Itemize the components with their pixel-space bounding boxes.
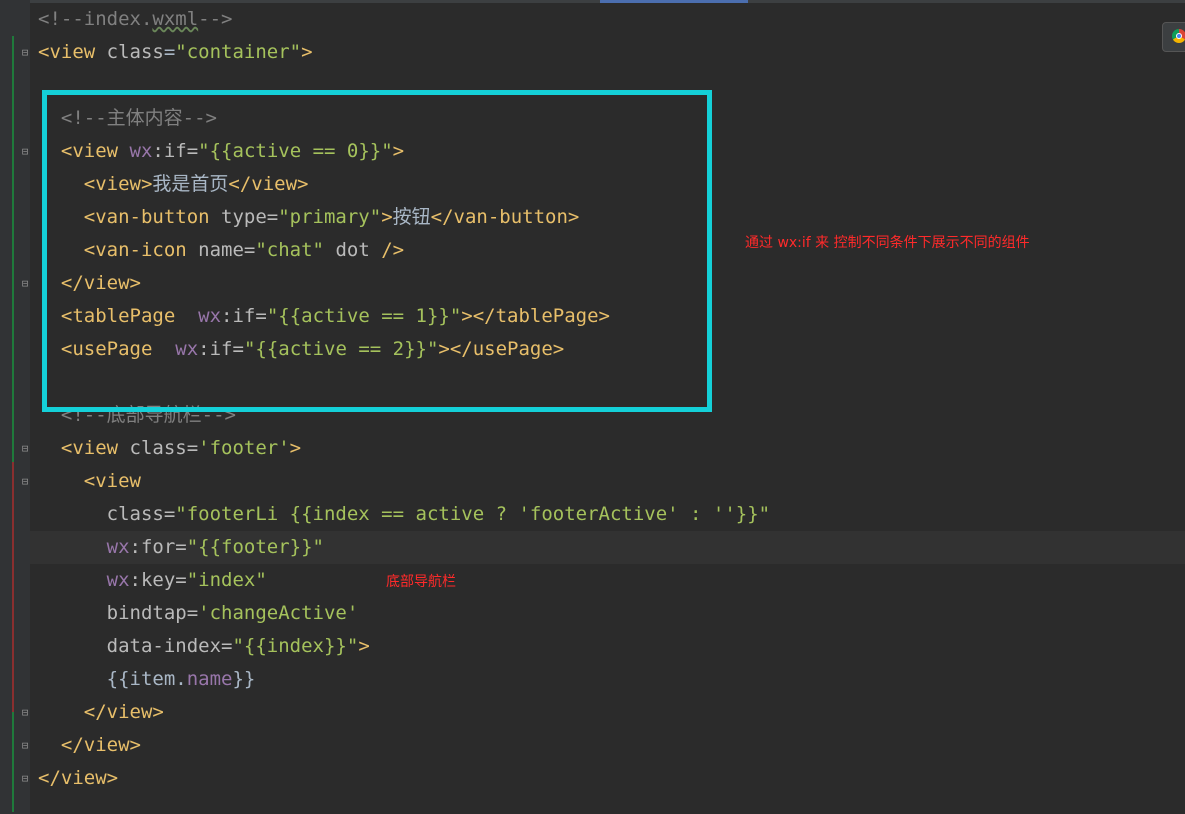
code-line[interactable]: {{item.name}} [38, 663, 256, 696]
active-tab-indicator[interactable] [600, 0, 748, 3]
code-token: "container" [175, 41, 302, 63]
code-token: class [106, 41, 164, 63]
fold-icon[interactable]: ⊟ [17, 771, 33, 787]
code-token: </view> [38, 701, 164, 723]
code-token: wx [38, 536, 130, 558]
code-token: name [186, 668, 233, 690]
code-line[interactable]: data-index="{{index}}"> [38, 630, 370, 663]
code-token: > [289, 437, 302, 459]
code-token: :key= [129, 569, 187, 591]
chrome-preview-button[interactable] [1162, 22, 1185, 52]
fold-icon[interactable]: ⊟ [17, 705, 33, 721]
code-token: <view [38, 41, 107, 63]
code-token: class= [129, 437, 199, 459]
code-token: --> [198, 8, 233, 30]
annotation-highlight-box [42, 90, 712, 412]
code-line[interactable]: wx:key="index" [38, 564, 267, 597]
code-line[interactable]: <view class='footer'> [38, 432, 301, 465]
code-token: wxml [152, 8, 199, 30]
code-line[interactable]: <!--index.wxml--> [38, 3, 232, 36]
fold-icon[interactable]: ⊟ [17, 474, 33, 490]
code-token: :for= [129, 536, 187, 558]
code-token: 'footer' [198, 437, 290, 459]
fold-icon[interactable]: ⊟ [17, 144, 33, 160]
code-token: </view> [38, 767, 119, 789]
code-line[interactable]: wx:for="{{footer}}" [38, 531, 324, 564]
chrome-icon [1172, 29, 1185, 43]
code-token: 'changeActive' [198, 602, 359, 624]
fold-icon[interactable]: ⊟ [17, 276, 33, 292]
code-token: class= [38, 503, 176, 525]
code-token: bindtap= [38, 602, 199, 624]
gutter-change-marker-modified [12, 462, 14, 712]
code-token: {{item. [38, 668, 187, 690]
fold-icon[interactable]: ⊟ [17, 738, 33, 754]
code-line[interactable]: class="footerLi {{index == active ? 'foo… [38, 498, 770, 531]
code-token: <view [38, 470, 141, 492]
wxif-annotation: 通过 wx:if 来 控制不同条件下展示不同的组件 [745, 235, 1030, 251]
code-token: wx [38, 569, 130, 591]
code-token: = [163, 41, 176, 63]
code-token: "index" [186, 569, 267, 591]
code-token: > [301, 41, 313, 63]
code-token: <!--index. [38, 8, 153, 30]
code-line[interactable]: <view class="container"> [38, 36, 313, 69]
code-token: </view> [38, 734, 141, 756]
code-line[interactable]: </view> [38, 762, 118, 795]
code-token: data-index= [38, 635, 233, 657]
code-token: > [358, 635, 370, 657]
code-token: "footerLi {{index == active ? 'footerAct… [175, 503, 771, 525]
code-line[interactable]: <view [38, 465, 141, 498]
code-line[interactable]: bindtap='changeActive' [38, 597, 359, 630]
code-token: }} [232, 668, 256, 690]
code-token: <view [38, 437, 130, 459]
code-line[interactable]: </view> [38, 729, 141, 762]
line-gutter [0, 0, 30, 814]
fold-icon[interactable]: ⊟ [17, 441, 33, 457]
code-token: "{{index}}" [232, 635, 359, 657]
fold-icon[interactable]: ⊟ [17, 45, 33, 61]
code-token: "{{footer}}" [186, 536, 324, 558]
code-line[interactable]: </view> [38, 696, 164, 729]
footer-annotation: 底部导航栏 [386, 574, 456, 590]
